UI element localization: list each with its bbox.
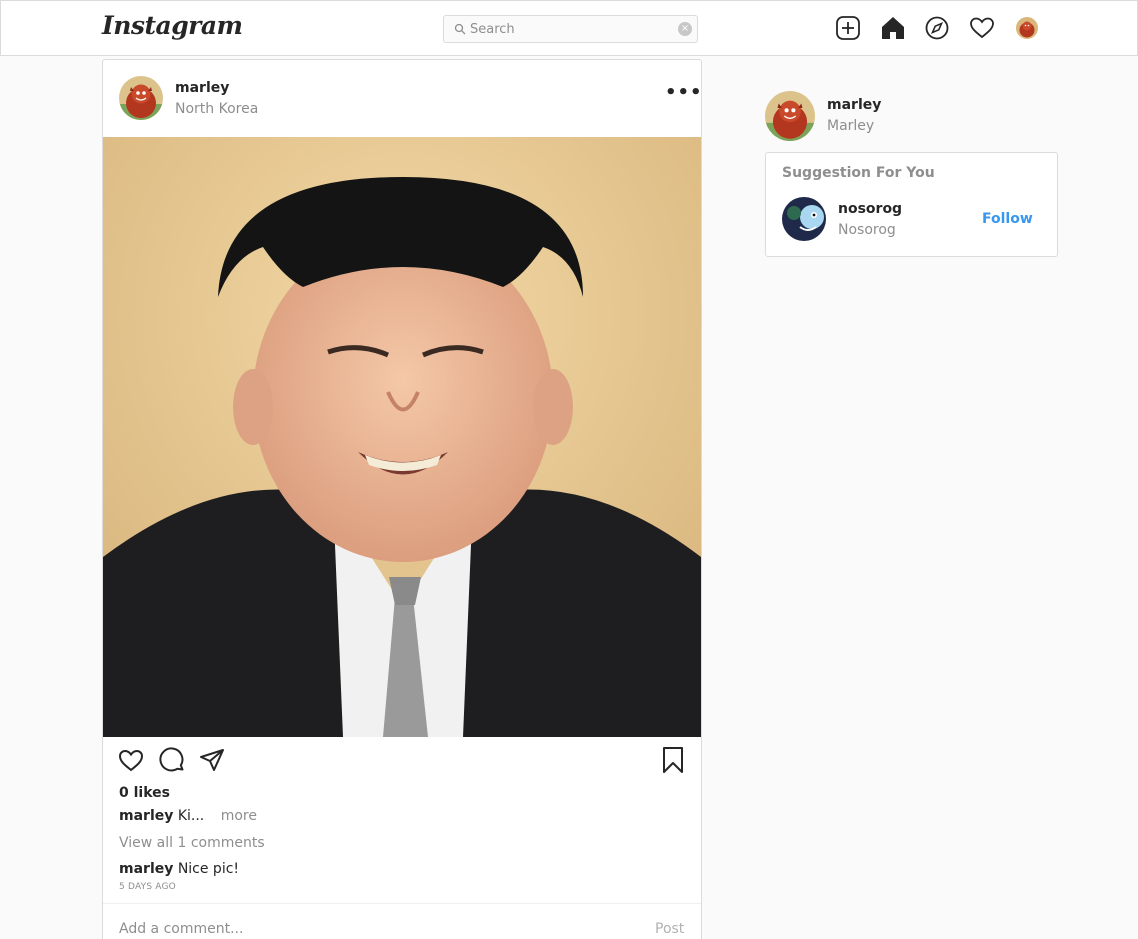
comment-text: Nice pic! <box>177 861 240 877</box>
add-comment-input[interactable] <box>119 918 619 939</box>
share-icon[interactable] <box>198 746 226 774</box>
like-heart-icon[interactable] <box>117 746 145 774</box>
comment-icon[interactable] <box>158 746 186 774</box>
new-post-icon[interactable] <box>835 15 861 41</box>
current-fullname: Marley <box>827 118 875 134</box>
bookmark-icon[interactable] <box>659 746 687 774</box>
post-author-username[interactable]: marley <box>175 80 229 96</box>
follow-button[interactable]: Follow <box>982 211 1033 227</box>
view-all-comments-link[interactable]: View all 1 comments <box>119 835 265 851</box>
post-caption: marley Ki... more <box>119 808 257 824</box>
current-user-avatar[interactable] <box>765 91 815 141</box>
activity-heart-icon[interactable] <box>969 15 995 41</box>
instagram-logo[interactable]: Instagram <box>102 11 243 40</box>
current-username[interactable]: marley <box>827 97 881 113</box>
suggestions-panel: Suggestion For You nosorog Nosorog Follo… <box>765 152 1058 257</box>
add-comment-bar: Post <box>103 903 701 939</box>
caption-username[interactable]: marley <box>119 808 173 824</box>
caption-text: Ki... <box>177 808 205 824</box>
post-card: marley North Korea ••• 0 likes marley Ki… <box>102 59 702 939</box>
post-photo[interactable] <box>103 137 701 737</box>
suggestion-avatar[interactable] <box>782 197 826 241</box>
search-box[interactable]: × <box>443 15 698 43</box>
post-header: marley North Korea ••• <box>103 60 701 137</box>
suggestions-title: Suggestion For You <box>782 165 935 181</box>
profile-avatar[interactable] <box>1016 17 1038 39</box>
suggestion-username[interactable]: nosorog <box>838 201 902 217</box>
search-input[interactable] <box>470 19 670 39</box>
post-location[interactable]: North Korea <box>175 101 258 117</box>
post-author-avatar[interactable] <box>119 76 163 120</box>
likes-count[interactable]: 0 likes <box>119 785 170 801</box>
explore-icon[interactable] <box>924 15 950 41</box>
clear-search-icon[interactable]: × <box>678 22 692 36</box>
caption-more-link[interactable]: more <box>221 808 257 824</box>
post-timestamp[interactable]: 5 DAYS AGO <box>119 882 176 892</box>
post-comment-button[interactable]: Post <box>655 921 684 937</box>
top-navbar: Instagram × <box>0 0 1138 56</box>
more-options-icon[interactable]: ••• <box>665 84 701 108</box>
comment-item: marley Nice pic! <box>119 861 239 877</box>
search-icon <box>454 23 466 35</box>
post-actions <box>103 746 701 786</box>
home-icon[interactable] <box>880 15 906 41</box>
comment-username[interactable]: marley <box>119 861 173 877</box>
suggestion-fullname: Nosorog <box>838 222 896 238</box>
